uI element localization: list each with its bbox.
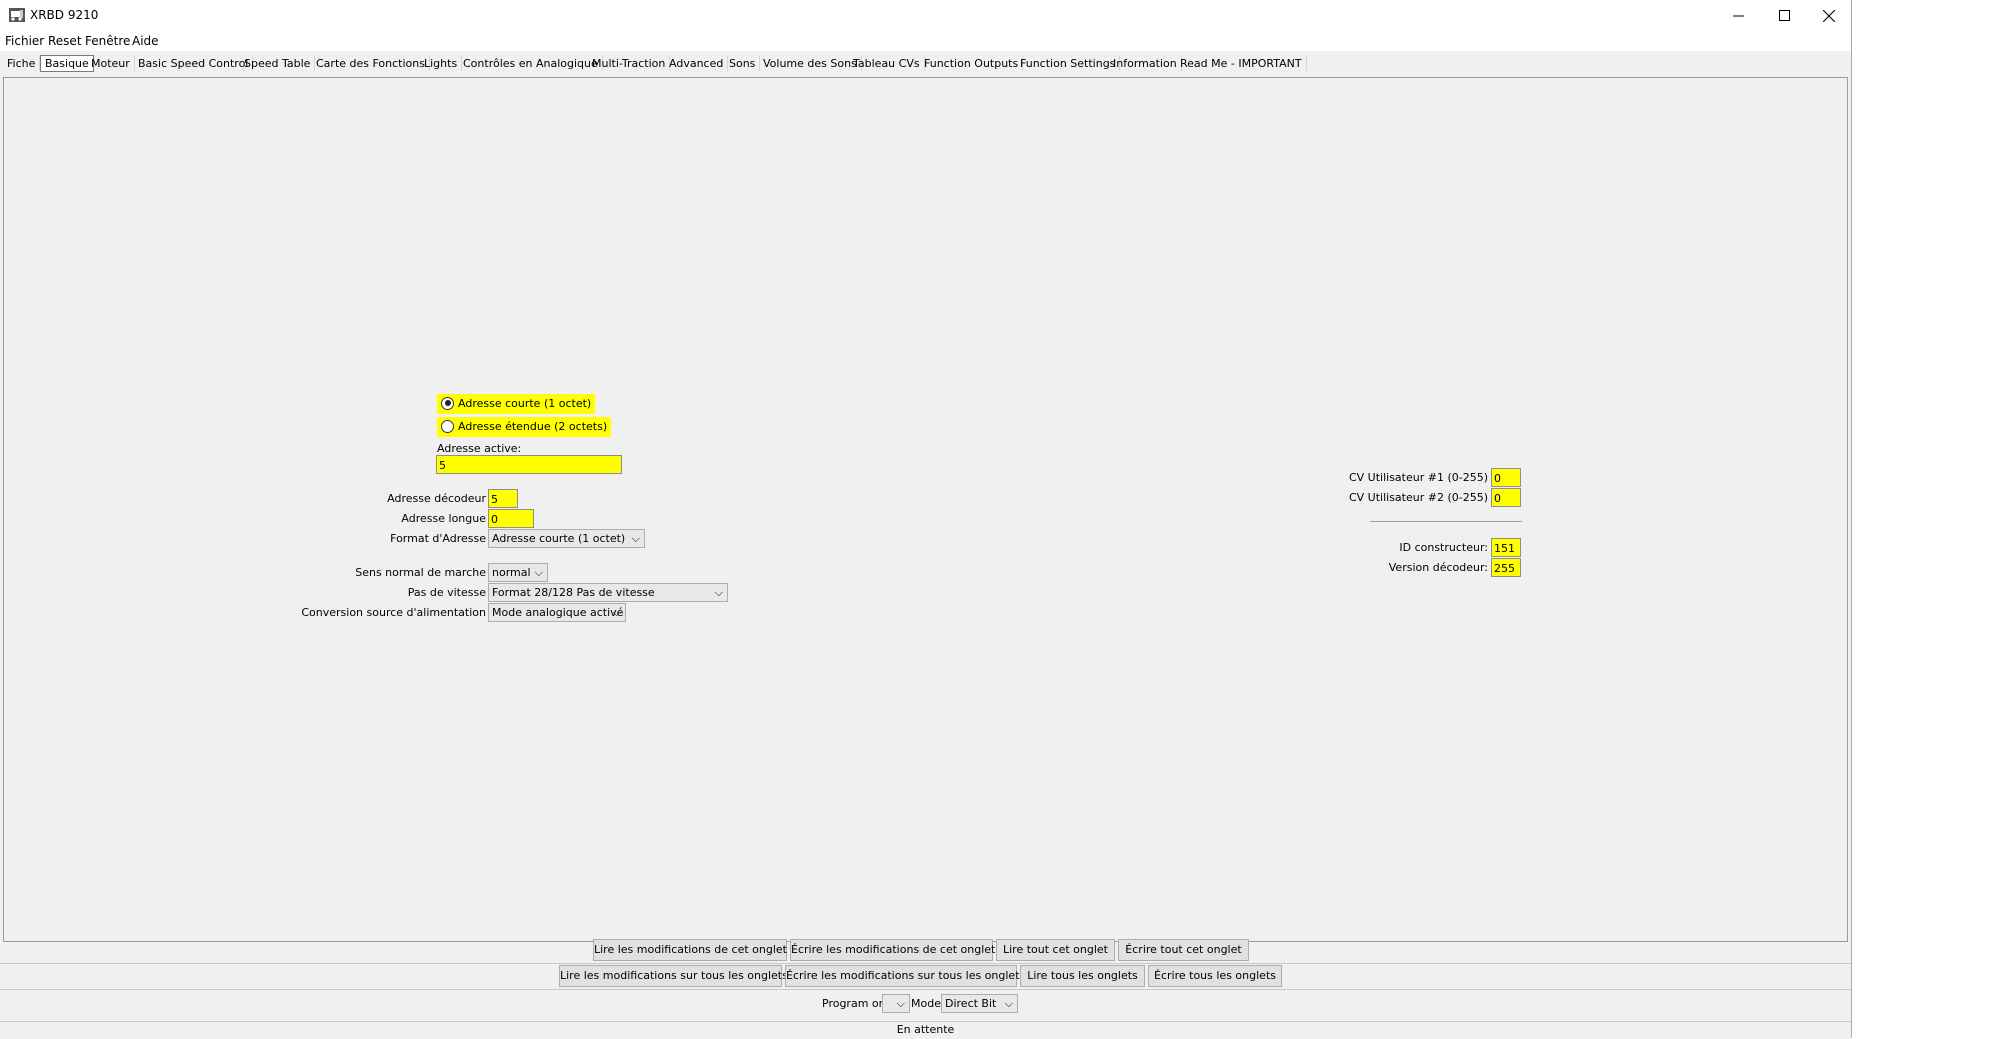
tab-fiche[interactable]: Fiche <box>3 56 41 71</box>
active-address-field[interactable]: 5 <box>436 455 622 474</box>
row-divider <box>0 963 1851 964</box>
tab-moteur[interactable]: Moteur <box>87 56 135 71</box>
radio-long-label: Adresse étendue (2 octets) <box>458 420 608 433</box>
address-format-dropdown[interactable]: Adresse courte (1 octet) ⌵ <box>488 529 645 548</box>
power-conversion-value: Mode analogique activé <box>492 606 624 619</box>
direction-value: normal <box>492 566 531 579</box>
power-conversion-label: Conversion source d'alimentation <box>301 606 486 619</box>
menu-fenetre[interactable]: Fenêtre <box>85 34 130 48</box>
tab-sons[interactable]: Sons <box>725 56 761 71</box>
active-address-label: Adresse active: <box>437 442 522 455</box>
status-bar: En attente <box>0 1021 1851 1039</box>
app-window: XRBD 9210 Fichier Reset Fenêtre Aide Fic… <box>0 0 1852 1039</box>
read-all-tabs-button[interactable]: Lire tous les onglets <box>1020 965 1145 987</box>
decoder-address-label: Adresse décodeur <box>387 492 486 505</box>
read-changes-all-tabs-button[interactable]: Lire les modifications sur tous les ongl… <box>559 965 788 987</box>
chevron-down-icon: ⌵ <box>1004 997 1013 1010</box>
chevron-down-icon: ⌵ <box>612 606 621 619</box>
tab-bar: Fiche Basique Moteur Basic Speed Control… <box>0 53 1851 75</box>
cv-user1-field[interactable]: 0 <box>1491 468 1521 487</box>
tab-tableau-cvs[interactable]: Tableau CVs <box>849 56 925 71</box>
close-icon <box>1823 9 1835 22</box>
mode-label: Mode: <box>911 997 945 1010</box>
decoder-version-label: Version décodeur: <box>1388 561 1488 574</box>
tab-read-me[interactable]: Read Me - IMPORTANT <box>1176 56 1307 71</box>
close-button[interactable] <box>1806 0 1852 31</box>
decoder-address-field[interactable]: 5 <box>488 489 518 508</box>
radio-short-label: Adresse courte (1 octet) <box>458 397 592 410</box>
tab-information[interactable]: Information <box>1109 56 1182 71</box>
tab-basic-speed-control[interactable]: Basic Speed Control <box>134 56 254 71</box>
tab-multi-traction[interactable]: Multi-Traction <box>588 56 671 71</box>
chevron-down-icon: ⌵ <box>534 566 543 579</box>
write-changes-tab-button[interactable]: Écrire les modifications de cet onglet <box>790 939 995 961</box>
chevron-down-icon: ⌵ <box>714 586 723 599</box>
radio-long-address[interactable]: Adresse étendue (2 octets) <box>437 417 612 437</box>
tab-volume-des-sons[interactable]: Volume des Sons <box>759 56 862 71</box>
tab-basique[interactable]: Basique <box>40 55 94 72</box>
tab-advanced[interactable]: Advanced <box>665 56 729 71</box>
title-bar: XRBD 9210 <box>0 0 1851 31</box>
separator <box>1370 521 1522 522</box>
radio-selected-icon <box>441 396 454 410</box>
manufacturer-id-label: ID constructeur: <box>1399 541 1488 554</box>
manufacturer-id-field: 151 <box>1491 538 1521 557</box>
mode-value: Direct Bit <box>945 997 997 1010</box>
tab-lights[interactable]: Lights <box>420 56 463 71</box>
program-on-dropdown[interactable]: ⌵ <box>882 994 910 1013</box>
cv-user2-field[interactable]: 0 <box>1491 488 1521 507</box>
speed-steps-dropdown[interactable]: Format 28/128 Pas de vitesse (recommandé… <box>488 583 728 616</box>
menu-bar: Fichier Reset Fenêtre Aide <box>0 31 1851 51</box>
chevron-down-icon: ⌵ <box>896 997 905 1010</box>
write-all-tab-button[interactable]: Écrire tout cet onglet <box>1118 939 1249 961</box>
decoder-version-field: 255 <box>1491 558 1521 577</box>
write-all-tabs-button[interactable]: Écrire tous les onglets <box>1148 965 1282 987</box>
mode-dropdown[interactable]: Direct Bit ⌵ <box>941 994 1018 1013</box>
long-address-label: Adresse longue <box>401 512 486 525</box>
read-changes-tab-button[interactable]: Lire les modifications de cet onglet <box>593 939 787 961</box>
long-address-field[interactable]: 0 <box>488 509 534 528</box>
window-title: XRBD 9210 <box>30 8 99 22</box>
address-format-label: Format d'Adresse <box>390 532 486 545</box>
program-on-label: Program on: <box>822 997 890 1010</box>
address-format-value: Adresse courte (1 octet) <box>492 532 626 545</box>
minimize-button[interactable] <box>1715 0 1761 31</box>
tab-carte-des-fonctions[interactable]: Carte des Fonctions <box>312 56 430 71</box>
app-logo-icon <box>9 8 25 22</box>
tab-speed-table[interactable]: Speed Table <box>240 56 316 71</box>
direction-dropdown[interactable]: normal ⌵ <box>488 563 548 582</box>
direction-label: Sens normal de marche <box>355 566 486 579</box>
power-conversion-dropdown[interactable]: Mode analogique activé ⌵ <box>488 603 626 622</box>
speed-steps-label: Pas de vitesse <box>407 586 486 599</box>
cv-user2-label: CV Utilisateur #2 (0-255) <box>1348 491 1488 504</box>
tab-function-outputs[interactable]: Function Outputs <box>920 56 1024 71</box>
maximize-icon <box>1778 10 1790 21</box>
maximize-button[interactable] <box>1761 0 1807 31</box>
tab-function-settings[interactable]: Function Settings <box>1016 56 1121 71</box>
minimize-icon <box>1732 15 1744 17</box>
basique-panel: Adresse courte (1 octet) Adresse étendue… <box>3 77 1848 942</box>
tab-controles-en-analogique[interactable]: Contrôles en Analogique <box>459 56 603 71</box>
read-all-tab-button[interactable]: Lire tout cet onglet <box>996 939 1115 961</box>
chevron-down-icon: ⌵ <box>631 532 640 545</box>
radio-unselected-icon <box>441 419 454 433</box>
status-text: En attente <box>896 1023 955 1036</box>
radio-short-address[interactable]: Adresse courte (1 octet) <box>437 394 596 414</box>
menu-reset[interactable]: Reset <box>48 34 82 48</box>
row-divider <box>0 989 1851 990</box>
write-changes-all-tabs-button[interactable]: Écrire les modifications sur tous les on… <box>785 965 1025 987</box>
menu-fichier[interactable]: Fichier <box>5 34 44 48</box>
cv-user1-label: CV Utilisateur #1 (0-255) <box>1348 471 1488 484</box>
menu-aide[interactable]: Aide <box>132 34 159 48</box>
